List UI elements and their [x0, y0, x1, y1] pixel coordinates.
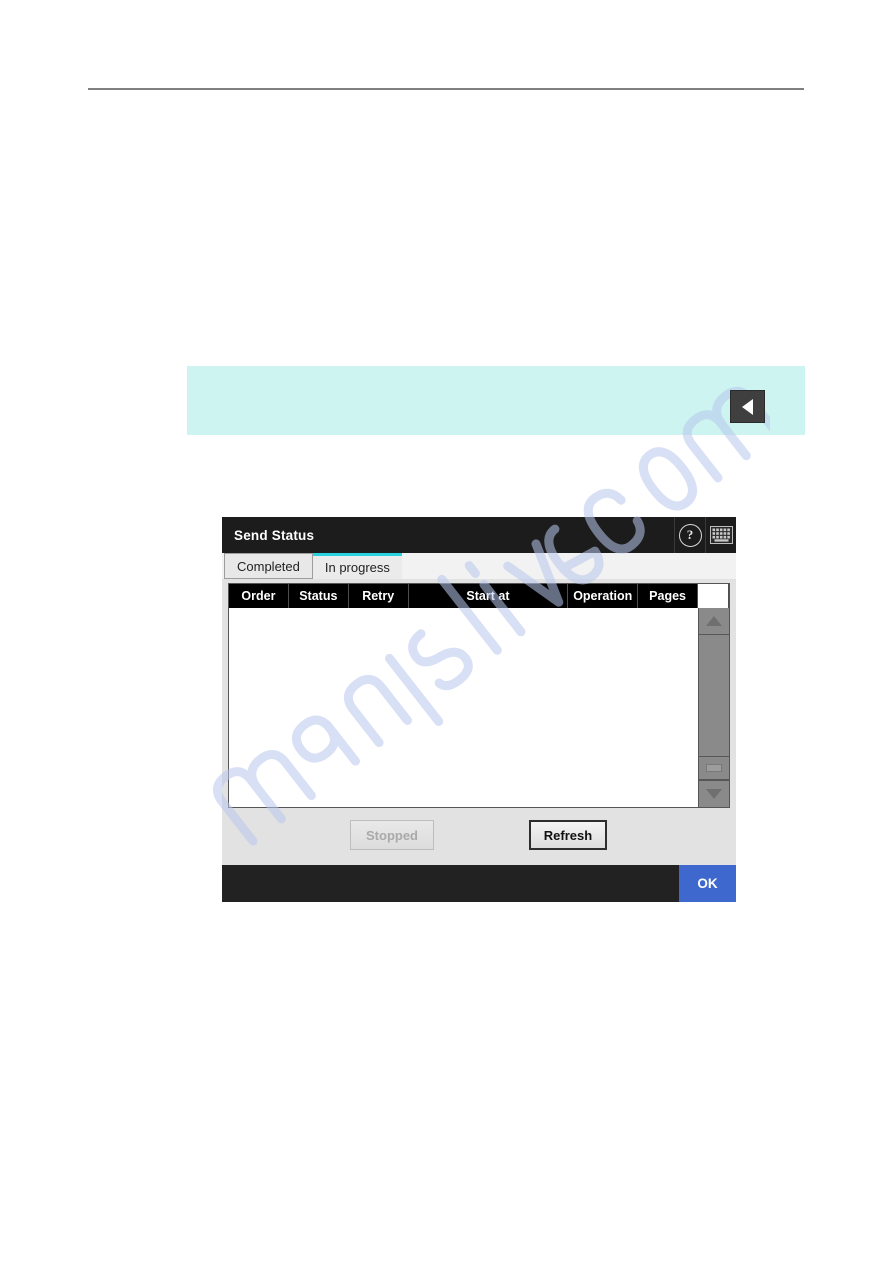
scrollbar-track-upper[interactable]	[699, 635, 729, 756]
column-header-pages[interactable]: Pages	[638, 584, 699, 608]
page-header-rule	[88, 88, 804, 90]
keyboard-button[interactable]	[705, 517, 736, 553]
scroll-down-button[interactable]	[699, 780, 729, 807]
dialog-title-bar: Send Status ?	[222, 517, 736, 553]
tab-in-progress-label: In progress	[324, 560, 390, 575]
triangle-down-icon	[706, 789, 722, 799]
tab-in-progress[interactable]: In progress	[312, 553, 402, 579]
table-rows-empty	[229, 608, 698, 807]
stopped-button: Stopped	[350, 820, 434, 850]
refresh-button-label: Refresh	[543, 827, 593, 843]
tab-completed-label: Completed	[237, 558, 300, 574]
tab-strip: Completed In progress	[222, 553, 736, 579]
back-button[interactable]	[730, 390, 765, 423]
help-icon: ?	[678, 523, 702, 547]
ok-button[interactable]: OK	[679, 865, 736, 902]
vertical-scrollbar[interactable]	[698, 608, 729, 807]
dialog-title: Send Status	[234, 527, 315, 543]
scrollbar-grip[interactable]	[699, 756, 729, 780]
table-body	[229, 608, 729, 807]
column-header-order[interactable]: Order	[229, 584, 289, 608]
column-header-operation[interactable]: Operation	[568, 584, 639, 608]
title-bar-icons: ?	[674, 517, 736, 553]
callout-banner	[187, 366, 805, 435]
keyboard-icon	[709, 526, 733, 544]
send-status-dialog: Send Status ? Completed In progress Orde…	[222, 517, 736, 902]
refresh-button[interactable]: Refresh	[529, 820, 607, 850]
triangle-up-icon	[706, 616, 722, 626]
triangle-left-icon	[742, 398, 753, 415]
job-list: Order Status Retry Start at Operation Pa…	[228, 583, 730, 808]
scroll-up-button[interactable]	[699, 608, 729, 635]
column-header-status[interactable]: Status	[289, 584, 349, 608]
table-header-row: Order Status Retry Start at Operation Pa…	[229, 584, 729, 608]
column-header-spacer	[698, 584, 729, 608]
column-header-retry[interactable]: Retry	[349, 584, 409, 608]
grip-handle-icon	[706, 764, 722, 772]
dialog-action-row: Stopped Refresh	[222, 808, 736, 864]
tab-completed[interactable]: Completed	[224, 553, 313, 579]
ok-button-label: OK	[697, 876, 718, 891]
help-button[interactable]: ?	[674, 517, 705, 553]
column-header-start-at[interactable]: Start at	[409, 584, 569, 608]
stopped-button-label: Stopped	[366, 827, 418, 843]
dialog-footer: OK	[222, 865, 736, 902]
